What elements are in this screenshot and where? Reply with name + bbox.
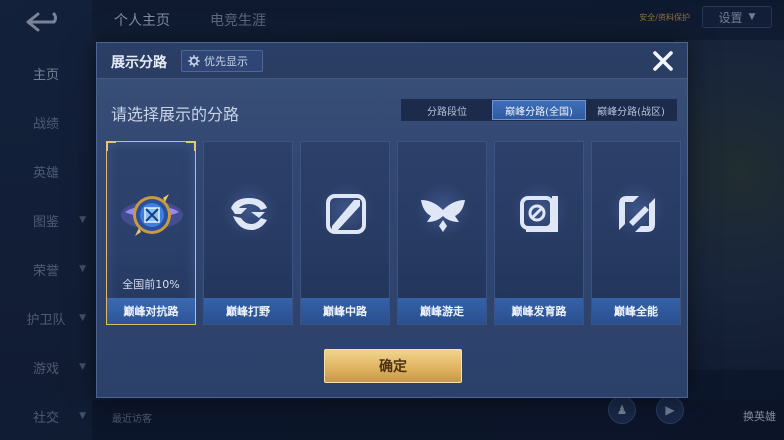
lane-source-tabs: 分路段位 巅峰分路(全国) 巅峰分路(战区) bbox=[401, 99, 677, 121]
lane-card-mid[interactable]: 巅峰中路 bbox=[300, 141, 390, 325]
close-icon bbox=[653, 51, 673, 71]
card-label: 巅峰全能 bbox=[592, 298, 680, 324]
card-label: 巅峰中路 bbox=[301, 298, 389, 324]
card-label: 巅峰游走 bbox=[398, 298, 486, 324]
lane-display-dialog: 展示分路 优先显示 请选择展示的分路 分路段位 巅峰分路(全国) 巅峰分路(战区… bbox=[96, 42, 688, 398]
lane-card-clash[interactable]: 全国前10% 巅峰对抗路 bbox=[106, 141, 196, 325]
close-button[interactable] bbox=[649, 47, 677, 75]
gear-icon bbox=[188, 55, 200, 67]
select-prompt: 请选择展示的分路 bbox=[111, 105, 240, 124]
all-round-icon bbox=[619, 196, 655, 232]
card-rank-text: 全国前10% bbox=[122, 278, 180, 291]
tab-peak-lane-region[interactable]: 巅峰分路(战区) bbox=[586, 100, 676, 120]
card-label: 巅峰对抗路 bbox=[107, 298, 195, 324]
dialog-title: 展示分路 bbox=[111, 55, 167, 71]
tab-lane-rank[interactable]: 分路段位 bbox=[402, 100, 492, 120]
lane-card-list: 全国前10% 巅峰对抗路 巅峰打野 巅峰中路 巅峰游走 巅峰发育路 巅峰全能 bbox=[106, 141, 681, 325]
mid-lane-icon bbox=[326, 194, 366, 234]
lane-card-all-round[interactable]: 巅峰全能 bbox=[591, 141, 681, 325]
jungle-icon bbox=[231, 198, 267, 230]
corner-accent bbox=[106, 141, 116, 151]
tab-peak-lane-national[interactable]: 巅峰分路(全国) bbox=[492, 100, 586, 120]
clash-lane-emblem-icon bbox=[121, 194, 183, 236]
lane-card-roam[interactable]: 巅峰游走 bbox=[397, 141, 487, 325]
card-label: 巅峰打野 bbox=[204, 298, 292, 324]
corner-accent bbox=[186, 141, 196, 151]
farm-lane-icon bbox=[520, 196, 558, 232]
dialog-header: 展示分路 优先显示 bbox=[97, 43, 687, 79]
priority-display-button[interactable]: 优先显示 bbox=[181, 50, 263, 72]
card-label: 巅峰发育路 bbox=[495, 298, 583, 324]
confirm-button[interactable]: 确定 bbox=[324, 349, 462, 383]
priority-label: 优先显示 bbox=[204, 55, 248, 68]
lane-card-farm[interactable]: 巅峰发育路 bbox=[494, 141, 584, 325]
roam-icon bbox=[421, 200, 465, 232]
lane-card-jungle[interactable]: 巅峰打野 bbox=[203, 141, 293, 325]
